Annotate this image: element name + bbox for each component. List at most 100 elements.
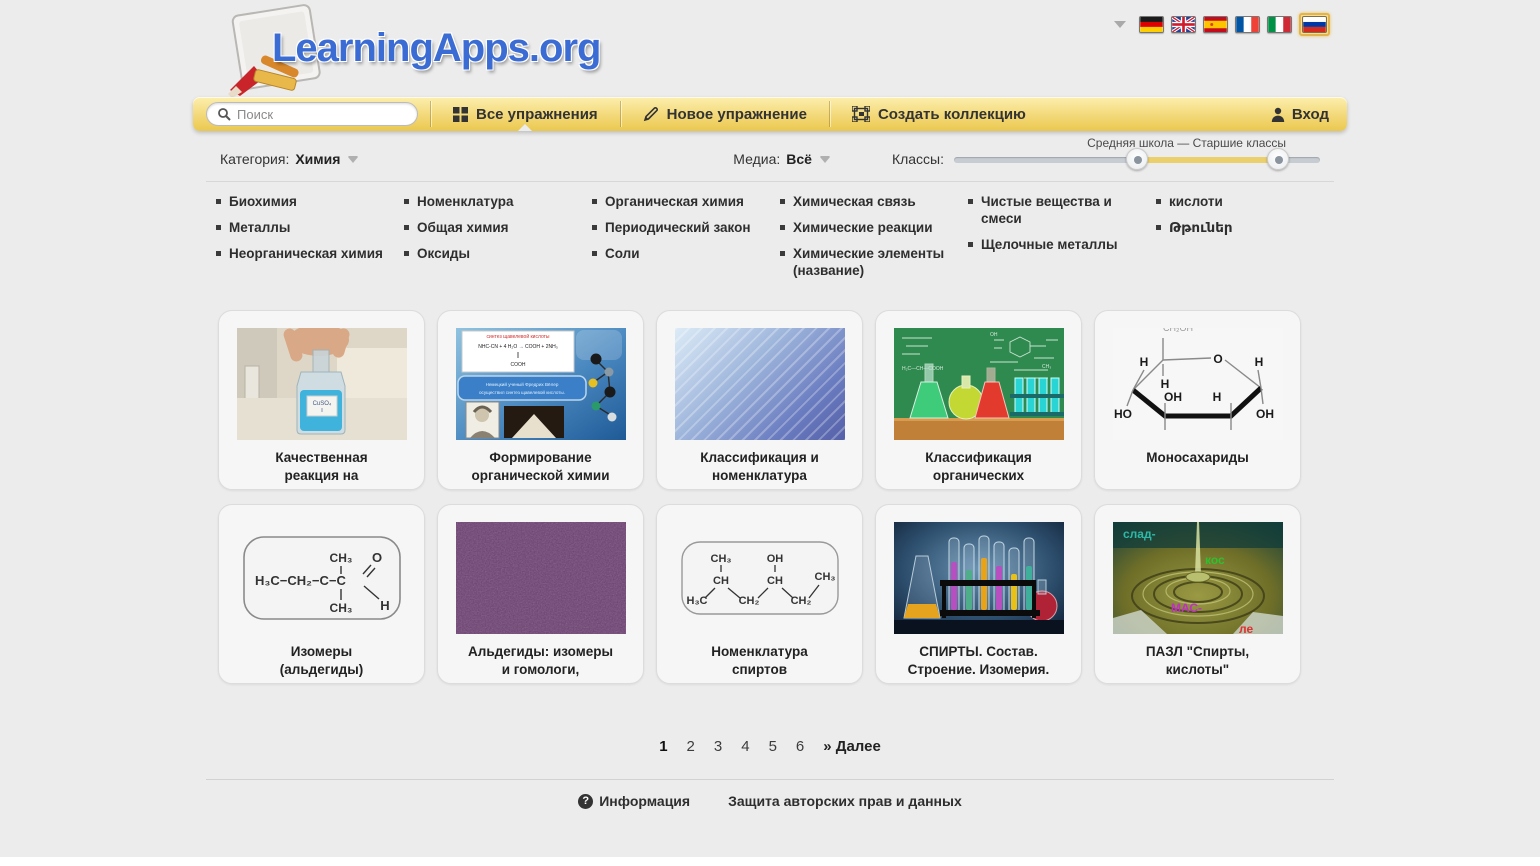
tile-title: Качественная реакция на [275,449,367,484]
category-filter-label: Категория: [220,151,289,167]
germany-flag[interactable] [1139,16,1164,33]
search-box [206,102,418,126]
svg-text:CH: CH [767,575,783,587]
exercise-tile[interactable]: CH₂OH [1094,310,1301,490]
collection-frame-icon [852,106,870,122]
russia-flag-selected-wrap [1299,13,1330,36]
media-filter-value: Всё [786,151,812,167]
subcategory-link[interactable]: Биохимия [214,194,388,211]
exercise-tile[interactable]: Альдегиды: изомеры и гомологи, [437,504,644,684]
svg-text:CH₃: CH₃ [329,551,352,565]
tile-title: ПАЗЛ "Спирты, кислоты" [1146,643,1249,678]
subcategory-link[interactable]: Периодический закон [590,220,764,237]
tile-image-aldehyde-structure: H₃C−CH₂−C−C CH₃ CH₃ O H [237,522,407,634]
subcategory-link[interactable]: Металлы [214,220,388,237]
category-filter[interactable]: Категория: Химия [220,151,358,167]
search-icon [217,107,231,121]
search-input[interactable] [237,107,397,122]
italy-flag[interactable] [1267,16,1292,33]
svg-text:O: O [1213,352,1222,366]
subcategory-column: кислоти Թթուներ [1154,194,1342,237]
svg-text:COOH: COOH [510,362,525,368]
exercise-tile[interactable]: СПИРТЫ. Состав. Строение. Изомерия. [875,504,1082,684]
exercise-tile[interactable]: H₂C—CH—COOH OH CH₃ [875,310,1082,490]
subcategory-link[interactable]: Химические элементы (название) [778,246,952,280]
subcategory-link[interactable]: Химическая связь [778,194,952,211]
svg-text:OH: OH [990,332,998,338]
pagination-next-link[interactable]: » Далее [823,738,881,755]
svg-text:CH₂: CH₂ [790,595,811,607]
nav-all-exercises-label: Все упражнения [476,106,598,123]
subcategory-link[interactable]: Органическая химия [590,194,764,211]
svg-text:H: H [380,598,389,613]
svg-text:осуществил синтез щавелевой ки: осуществил синтез щавелевой кислоты. [479,389,565,395]
main-navbar: Все упражнения Новое упражнение [193,97,1347,131]
subcategory-link[interactable]: Чистые вещества и смеси [966,194,1140,228]
login-button[interactable]: Вход [1253,106,1347,123]
nav-new-exercise[interactable]: Новое упражнение [623,97,827,131]
subcategory-link[interactable]: кислоти [1154,194,1328,211]
svg-text:Немецкий ученый Фредрих Вёлер: Немецкий ученый Фредрих Вёлер [485,381,558,387]
pagination-page-link[interactable]: 2 [687,738,695,755]
exercise-tile[interactable]: синтез щавелевой кислоты NHC-CN + 4 H₂O … [437,310,644,490]
nav-new-exercise-label: Новое упражнение [667,106,807,123]
france-flag[interactable] [1235,16,1260,33]
subcategory-link[interactable]: Химические реакции [778,220,952,237]
svg-text:H₃C: H₃C [686,595,707,607]
tile-title: Моносахариды [1146,449,1249,467]
tile-image-purple-grain-texture [456,522,626,634]
subcategory-link[interactable]: Общая химия [402,220,576,237]
grades-range-value: Средняя школа — Старшие классы [1087,136,1286,150]
nav-create-collection[interactable]: Создать коллекцию [832,97,1046,131]
filter-row: Категория: Химия Медиа: Всё Классы: Сред… [206,131,1334,182]
login-label: Вход [1292,106,1329,123]
subcategory-link[interactable]: Номенклатура [402,194,576,211]
svg-text:кос: кос [1205,553,1225,567]
spain-flag[interactable] [1203,16,1228,33]
svg-text:CuSO₄: CuSO₄ [312,401,331,407]
svg-text:синтез щавелевой кислоты: синтез щавелевой кислоты [486,333,549,340]
subcategory-link[interactable]: Соли [590,246,764,263]
exercise-tile[interactable]: слад- кос МАС- ле ПАЗЛ "Спирты, кислоты" [1094,504,1301,684]
svg-text:H: H [1139,355,1148,369]
subcategory-column: Чистые вещества и смеси Щелочные металлы [966,194,1154,254]
grades-range-slider[interactable]: Средняя школа — Старшие классы [954,149,1320,169]
pagination-page-link[interactable]: 5 [769,738,777,755]
subcategory-link[interactable]: Оксиды [402,246,576,263]
pagination-page-link[interactable]: 3 [714,738,722,755]
grid-icon [453,107,468,122]
exercise-tile[interactable]: H₃C CH CH₃ CH₂ CH OH CH₂ CH₃ [656,504,863,684]
pagination-page-link[interactable]: 6 [796,738,804,755]
media-filter-label: Медиа: [733,151,780,167]
exercise-tile[interactable]: CuSO₄ Качественная реакция на [218,310,425,490]
exercise-tile[interactable]: Классификация и номенклатура [656,310,863,490]
subcategory-link[interactable]: Щелочные металлы [966,237,1140,254]
svg-text:CH: CH [713,575,729,587]
slider-handle-lower[interactable] [1126,148,1148,170]
chevron-down-icon [820,156,830,162]
uk-flag[interactable] [1171,16,1196,33]
footer-copyright-link[interactable]: Защита авторских прав и данных [728,793,962,809]
footer-info-link[interactable]: ? Информация [578,793,690,809]
pagination-page-link[interactable]: 4 [741,738,749,755]
svg-text:CH₃: CH₃ [1042,364,1051,370]
pagination-current-page: 1 [659,738,667,755]
svg-text:CH₃: CH₃ [710,553,731,565]
navbar-separator [829,101,830,127]
svg-text:слад-: слад- [1123,527,1156,541]
site-logo[interactable]: LearningApps.org [220,2,640,98]
subcategory-link[interactable]: Неорганическая химия [214,246,388,263]
language-dropdown-arrow-icon[interactable] [1114,21,1126,28]
nav-all-exercises[interactable]: Все упражнения [433,97,618,131]
navbar-separator [430,101,431,127]
media-filter[interactable]: Медиа: Всё [733,151,830,167]
exercise-tile[interactable]: H₃C−CH₂−C−C CH₃ CH₃ O H [218,504,425,684]
slider-handle-upper[interactable] [1267,148,1289,170]
subcategory-link[interactable]: Թթուներ [1154,220,1328,237]
russia-flag[interactable] [1302,16,1327,33]
subcategory-column: Биохимия Металлы Неорганическая химия [214,194,402,263]
subcategory-column: Химическая связь Химические реакции Хими… [778,194,966,280]
pagination: 1 2 3 4 5 6 » Далее [206,738,1334,755]
svg-text:H: H [1254,355,1263,369]
chevron-down-icon [348,156,358,162]
